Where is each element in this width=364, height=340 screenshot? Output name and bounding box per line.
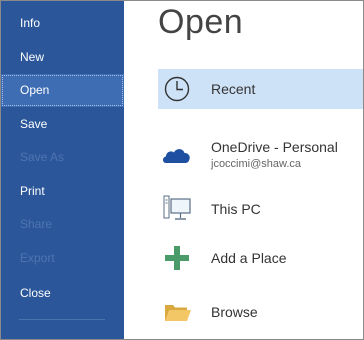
nav-item-open[interactable]: Open: [1, 74, 124, 107]
place-browse[interactable]: Browse: [158, 292, 363, 332]
place-label: Add a Place: [211, 250, 287, 266]
place-add-a-place[interactable]: Add a Place: [158, 238, 363, 278]
place-recent[interactable]: Recent: [158, 69, 363, 109]
page-title: Open: [158, 3, 244, 41]
nav-item-save-as: Save As: [20, 150, 65, 164]
backstage-window: Info New Open Save Save As Print Share E…: [0, 0, 364, 340]
place-label: Recent: [211, 81, 256, 97]
place-label: OneDrive - Personal: [211, 139, 338, 155]
place-label: Browse: [211, 304, 258, 320]
nav-item-export: Export: [20, 251, 55, 265]
nav-item-info[interactable]: Info: [1, 7, 124, 40]
open-pane: Open Recent OneDrive - Personal jcoccimi…: [124, 1, 363, 339]
nav-item-print[interactable]: Print: [1, 175, 124, 208]
nav-item-new[interactable]: New: [1, 41, 124, 74]
plus-icon: [162, 244, 192, 272]
folder-icon: [162, 298, 192, 326]
place-label: This PC: [211, 201, 261, 217]
clock-icon: [162, 75, 192, 103]
computer-icon: [162, 195, 192, 223]
sidebar-divider: [19, 319, 105, 320]
place-this-pc[interactable]: This PC: [158, 189, 363, 229]
nav-item-save[interactable]: Save: [1, 108, 124, 141]
backstage-sidebar: Info New Open Save Save As Print Share E…: [1, 1, 124, 339]
onedrive-cloud-icon: [162, 141, 192, 169]
nav-item-share: Share: [20, 217, 53, 231]
place-account-email: jcoccimi@shaw.ca: [211, 158, 302, 170]
nav-item-close[interactable]: Close: [1, 277, 124, 310]
place-onedrive[interactable]: OneDrive - Personal jcoccimi@shaw.ca: [158, 133, 363, 173]
